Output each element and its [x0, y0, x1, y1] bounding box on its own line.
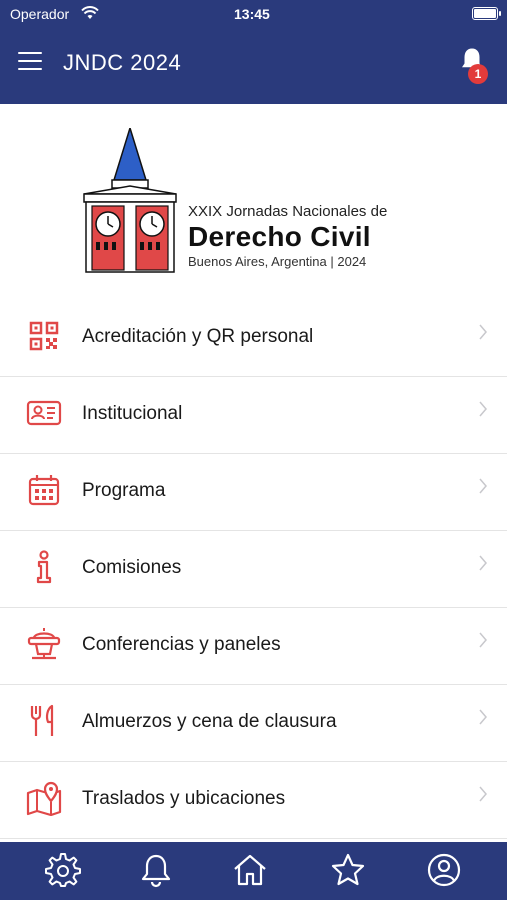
id-card-icon: [26, 400, 62, 426]
menu-item-traslados[interactable]: Traslados y ubicaciones: [0, 762, 507, 839]
wifi-icon: [81, 6, 99, 23]
menu-item-label: Almuerzos y cena de clausura: [82, 711, 337, 732]
logo-title: Derecho Civil: [188, 221, 371, 252]
app-header: Operador 13:45 JNDC 2024 1: [0, 0, 507, 104]
info-icon: [36, 550, 52, 584]
menu-item-label: Acreditación y QR personal: [82, 326, 314, 347]
main-menu-list: Acreditación y QR personal Institucional…: [0, 300, 507, 839]
notification-badge: 1: [468, 64, 488, 84]
status-bar: Operador 13:45: [0, 0, 507, 28]
chevron-right-icon: [479, 786, 487, 802]
map-icon: [26, 781, 62, 816]
qr-code-icon: [29, 321, 59, 351]
menu-item-label: Conferencias y paneles: [82, 634, 281, 655]
menu-item-label: Comisiones: [82, 557, 182, 578]
menu-item-almuerzos[interactable]: Almuerzos y cena de clausura: [0, 685, 507, 762]
star-icon: [331, 853, 365, 886]
menu-item-comisiones[interactable]: Comisiones: [0, 531, 507, 608]
chevron-right-icon: [479, 555, 487, 571]
bottom-tab-bar: [0, 842, 507, 900]
chevron-right-icon: [479, 478, 487, 494]
logo-subtitle: XXIX Jornadas Nacionales de: [188, 203, 388, 220]
carrier-label: Operador: [10, 6, 70, 22]
user-icon: [427, 853, 461, 887]
chevron-right-icon: [479, 401, 487, 417]
menu-item-label: Programa: [82, 480, 166, 501]
menu-item-institucional[interactable]: Institucional: [0, 377, 507, 454]
tab-home[interactable]: [232, 852, 268, 888]
notifications-button[interactable]: 1: [455, 44, 495, 84]
tab-notifications[interactable]: [138, 852, 174, 888]
home-icon: [234, 854, 266, 886]
cutlery-icon: [30, 704, 54, 736]
calendar-icon: [28, 475, 60, 506]
menu-item-label: Traslados y ubicaciones: [82, 788, 286, 809]
menu-item-programa[interactable]: Programa: [0, 454, 507, 531]
logo-location: Buenos Aires, Argentina | 2024: [188, 254, 367, 269]
chevron-right-icon: [479, 632, 487, 648]
clock-tower-logo-icon: [83, 128, 177, 273]
podium-icon: [27, 628, 61, 660]
status-time: 13:45: [234, 6, 270, 22]
menu-item-label: Institucional: [82, 403, 183, 424]
tab-favorites[interactable]: [330, 852, 366, 888]
menu-item-conferencias[interactable]: Conferencias y paneles: [0, 608, 507, 685]
battery-icon: [472, 7, 501, 20]
event-logo: XXIX Jornadas Nacionales de Derecho Civi…: [0, 104, 507, 300]
tab-profile[interactable]: [426, 852, 462, 888]
tab-settings[interactable]: [45, 852, 81, 888]
chevron-right-icon: [479, 709, 487, 725]
chevron-right-icon: [479, 324, 487, 340]
bell-icon: [141, 854, 171, 888]
menu-item-acreditacion[interactable]: Acreditación y QR personal: [0, 300, 507, 377]
settings-icon: [45, 853, 81, 887]
hamburger-menu-button[interactable]: [18, 52, 42, 72]
page-title: JNDC 2024: [63, 50, 182, 75]
